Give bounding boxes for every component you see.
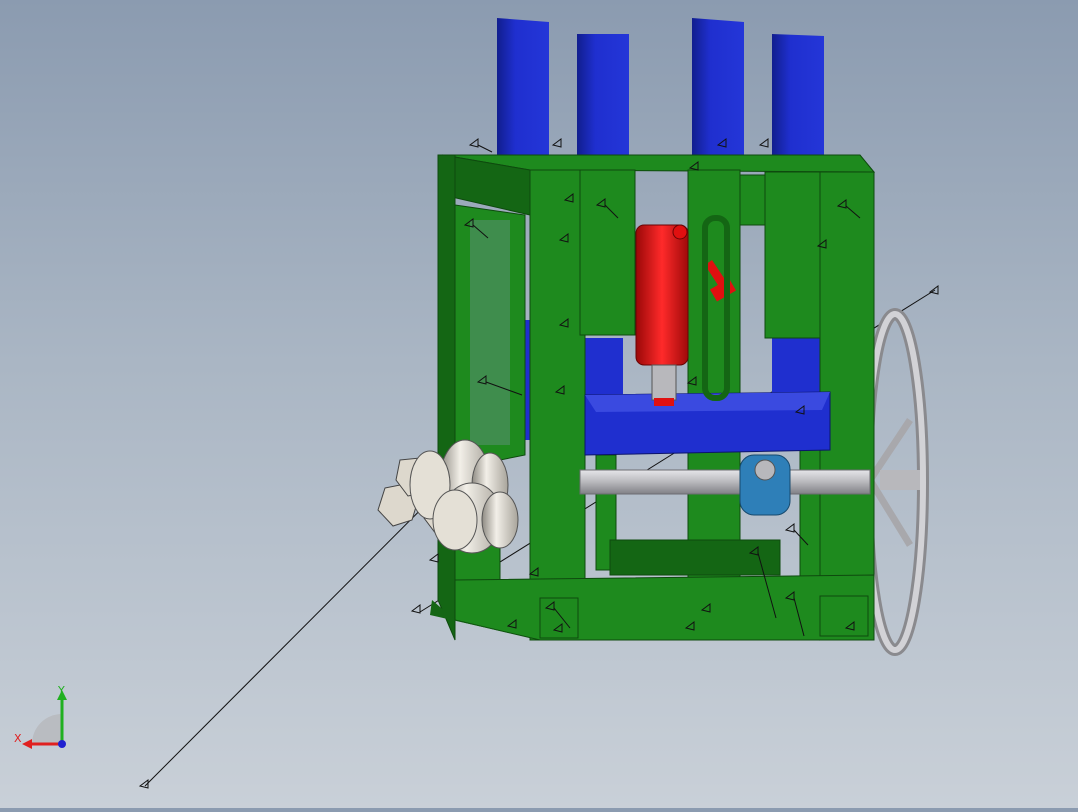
blue-post-1 [497,18,549,168]
view-orientation-triad[interactable]: X Y [10,684,80,754]
weld-symbol-icon [758,138,769,148]
handwheel[interactable] [861,308,929,656]
weld-symbol-icon [410,604,421,614]
graphics-viewport[interactable]: X Y [0,0,1078,808]
blue-post-4 [772,34,824,172]
roller-assembly[interactable] [377,439,519,554]
blue-post-2 [577,34,629,170]
blue-crossbeam[interactable] [584,391,831,456]
x-axis-label: X [14,732,22,745]
weld-symbol-icon [551,138,562,148]
z-axis-dot [58,740,66,748]
weld-symbol-icon [928,285,939,295]
y-axis-label: Y [58,684,65,697]
weld-symbol-icon [428,553,439,563]
weld-symbol-icon [468,138,493,153]
blue-post-3 [692,18,744,166]
